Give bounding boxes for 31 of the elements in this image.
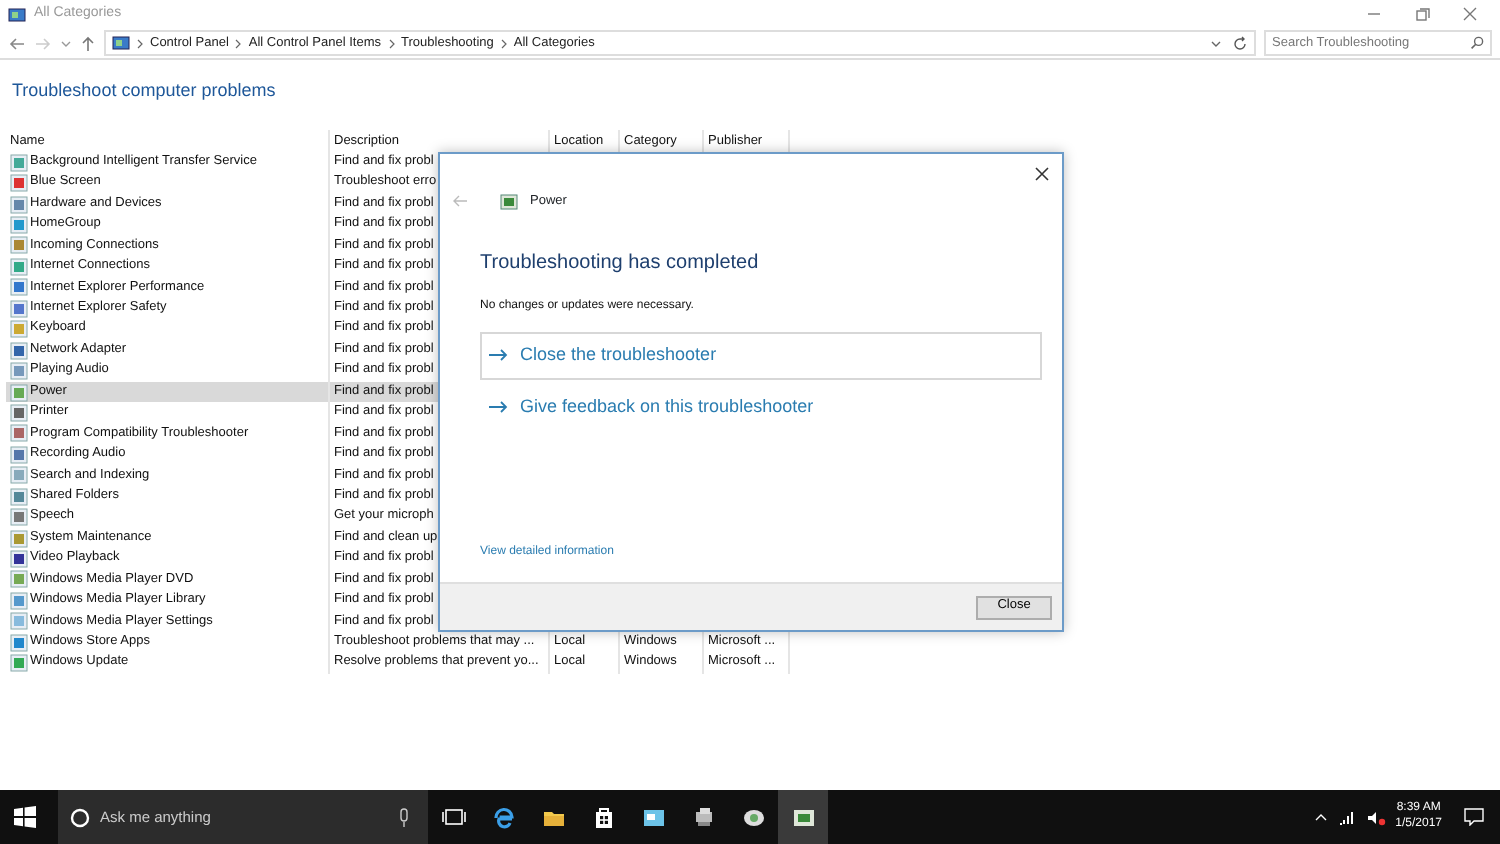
- page-heading: Troubleshoot computer problems: [10, 78, 278, 104]
- cortana-icon: [70, 807, 90, 827]
- restore-icon[interactable]: [1412, 6, 1432, 22]
- arrow-icon: [488, 400, 508, 415]
- chevron-icon: [234, 37, 243, 49]
- chevron-icon: [136, 37, 144, 49]
- close-icon[interactable]: [1460, 6, 1480, 22]
- dialog-heading: Troubleshooting has completed: [480, 249, 761, 278]
- action-link[interactable]: Close the troubleshooter: [480, 331, 1042, 380]
- store-icon[interactable]: [591, 805, 615, 829]
- windows-start-icon[interactable]: [14, 806, 36, 828]
- microphone-icon[interactable]: [398, 807, 410, 827]
- volume-icon[interactable]: [1365, 809, 1386, 825]
- search-icon: [1470, 36, 1484, 50]
- control-panel-icon: [112, 34, 130, 52]
- chevron-icon: [499, 37, 508, 49]
- arrow-icon: [488, 348, 508, 363]
- troubleshooter-icon[interactable]: [791, 805, 815, 829]
- chevron-up-icon[interactable]: [1313, 812, 1328, 822]
- power-icon: [500, 193, 518, 210]
- task-view-icon[interactable]: [441, 805, 465, 829]
- up-arrow-icon[interactable]: [80, 35, 96, 51]
- browser-icon[interactable]: [491, 805, 515, 829]
- network-icon[interactable]: [1337, 809, 1356, 825]
- notification-icon[interactable]: [1464, 808, 1484, 826]
- app-window-icon[interactable]: [641, 805, 665, 829]
- control-panel-icon: [8, 5, 26, 23]
- refresh-icon[interactable]: [1232, 35, 1248, 51]
- back-arrow-icon[interactable]: [8, 35, 26, 51]
- close-icon: [1034, 165, 1050, 182]
- chevron-icon: [387, 37, 396, 49]
